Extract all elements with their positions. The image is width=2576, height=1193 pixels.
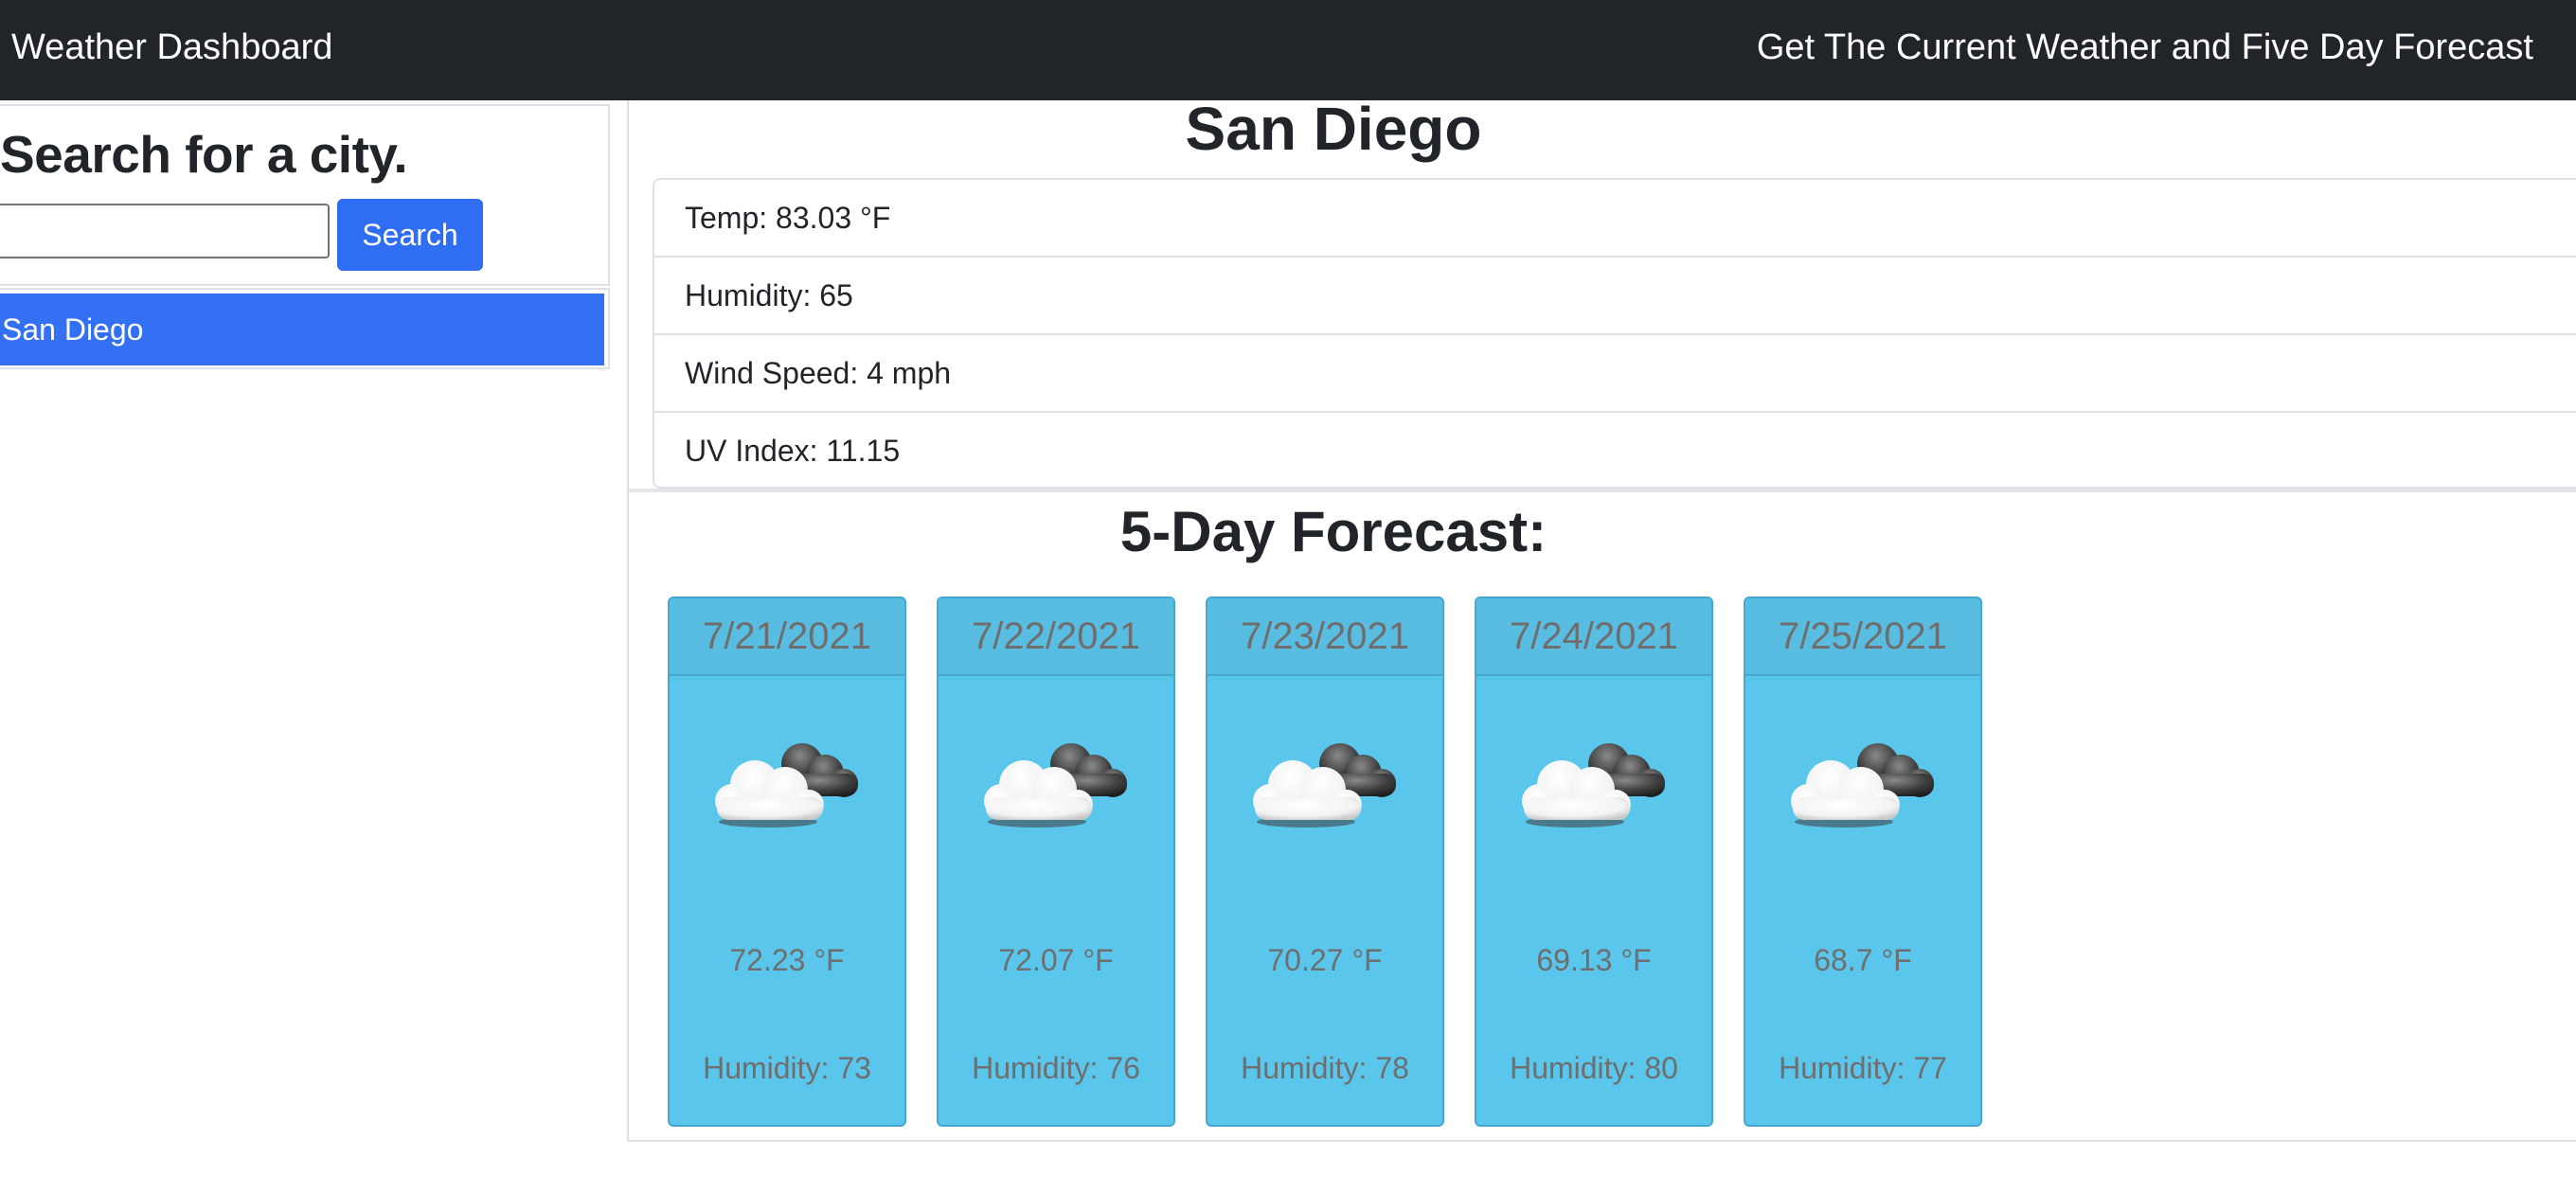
forecast-humidity: Humidity: 78 bbox=[1241, 1051, 1409, 1085]
current-humidity: Humidity: 65 bbox=[654, 258, 2576, 335]
partly-cloudy-icon bbox=[1518, 731, 1675, 835]
forecast-date: 7/22/2021 bbox=[939, 598, 1173, 676]
current-weather-list: Temp: 83.03 °F Humidity: 65 Wind Speed: … bbox=[653, 178, 2576, 489]
forecast-card: 7/22/2021 72.07 °F Humidity: 76 bbox=[937, 596, 1175, 1127]
current-temp: Temp: 83.03 °F bbox=[654, 180, 2576, 258]
forecast-date: 7/25/2021 bbox=[1745, 598, 1980, 676]
forecast-humidity: Humidity: 77 bbox=[1779, 1051, 1947, 1085]
forecast-temp: 69.13 °F bbox=[1536, 943, 1652, 977]
forecast-temp: 68.7 °F bbox=[1814, 943, 1912, 977]
navbar: Weather Dashboard Get The Current Weathe… bbox=[0, 0, 2576, 100]
navbar-brand[interactable]: Weather Dashboard bbox=[11, 24, 332, 71]
main-column-divider bbox=[627, 100, 629, 1142]
forecast-humidity: Humidity: 80 bbox=[1510, 1051, 1678, 1085]
forecast-temp: 72.23 °F bbox=[729, 943, 845, 977]
history-item-san-diego[interactable]: San Diego bbox=[0, 294, 604, 365]
forecast-heading: 5-Day Forecast: bbox=[1119, 500, 1547, 563]
forecast-temp: 70.27 °F bbox=[1267, 943, 1383, 977]
forecast-humidity: Humidity: 73 bbox=[703, 1051, 871, 1085]
forecast-temp: 72.07 °F bbox=[998, 943, 1114, 977]
forecast-card: 7/23/2021 70.27 °F Humidity: 78 bbox=[1206, 596, 1444, 1127]
forecast-date: 7/24/2021 bbox=[1476, 598, 1711, 676]
search-button[interactable]: Search bbox=[337, 199, 483, 271]
partly-cloudy-icon bbox=[1787, 731, 1944, 835]
main-bottom-border bbox=[629, 1140, 2576, 1142]
current-uv-index: UV Index: 11.15 bbox=[685, 434, 901, 468]
navbar-tagline: Get The Current Weather and Five Day For… bbox=[1756, 27, 2533, 67]
forecast-card: 7/25/2021 68.7 °F Humidity: 77 bbox=[1744, 596, 1982, 1127]
partly-cloudy-icon bbox=[980, 731, 1137, 835]
partly-cloudy-icon bbox=[711, 731, 868, 835]
current-city-name: San Diego bbox=[1185, 95, 1482, 163]
search-history-list: San Diego bbox=[0, 288, 610, 369]
section-divider bbox=[629, 489, 2576, 492]
forecast-date: 7/23/2021 bbox=[1208, 598, 1442, 676]
forecast-humidity: Humidity: 76 bbox=[972, 1051, 1140, 1085]
forecast-card: 7/21/2021 72.23 °F Humidity: 73 bbox=[668, 596, 906, 1127]
partly-cloudy-icon bbox=[1249, 731, 1406, 835]
search-heading: Search for a city. bbox=[0, 125, 408, 184]
city-search-input[interactable] bbox=[0, 204, 330, 258]
forecast-card: 7/24/2021 69.13 °F Humidity: 80 bbox=[1475, 596, 1713, 1127]
forecast-date: 7/21/2021 bbox=[670, 598, 904, 676]
current-wind-speed: Wind Speed: 4 mph bbox=[654, 335, 2576, 413]
